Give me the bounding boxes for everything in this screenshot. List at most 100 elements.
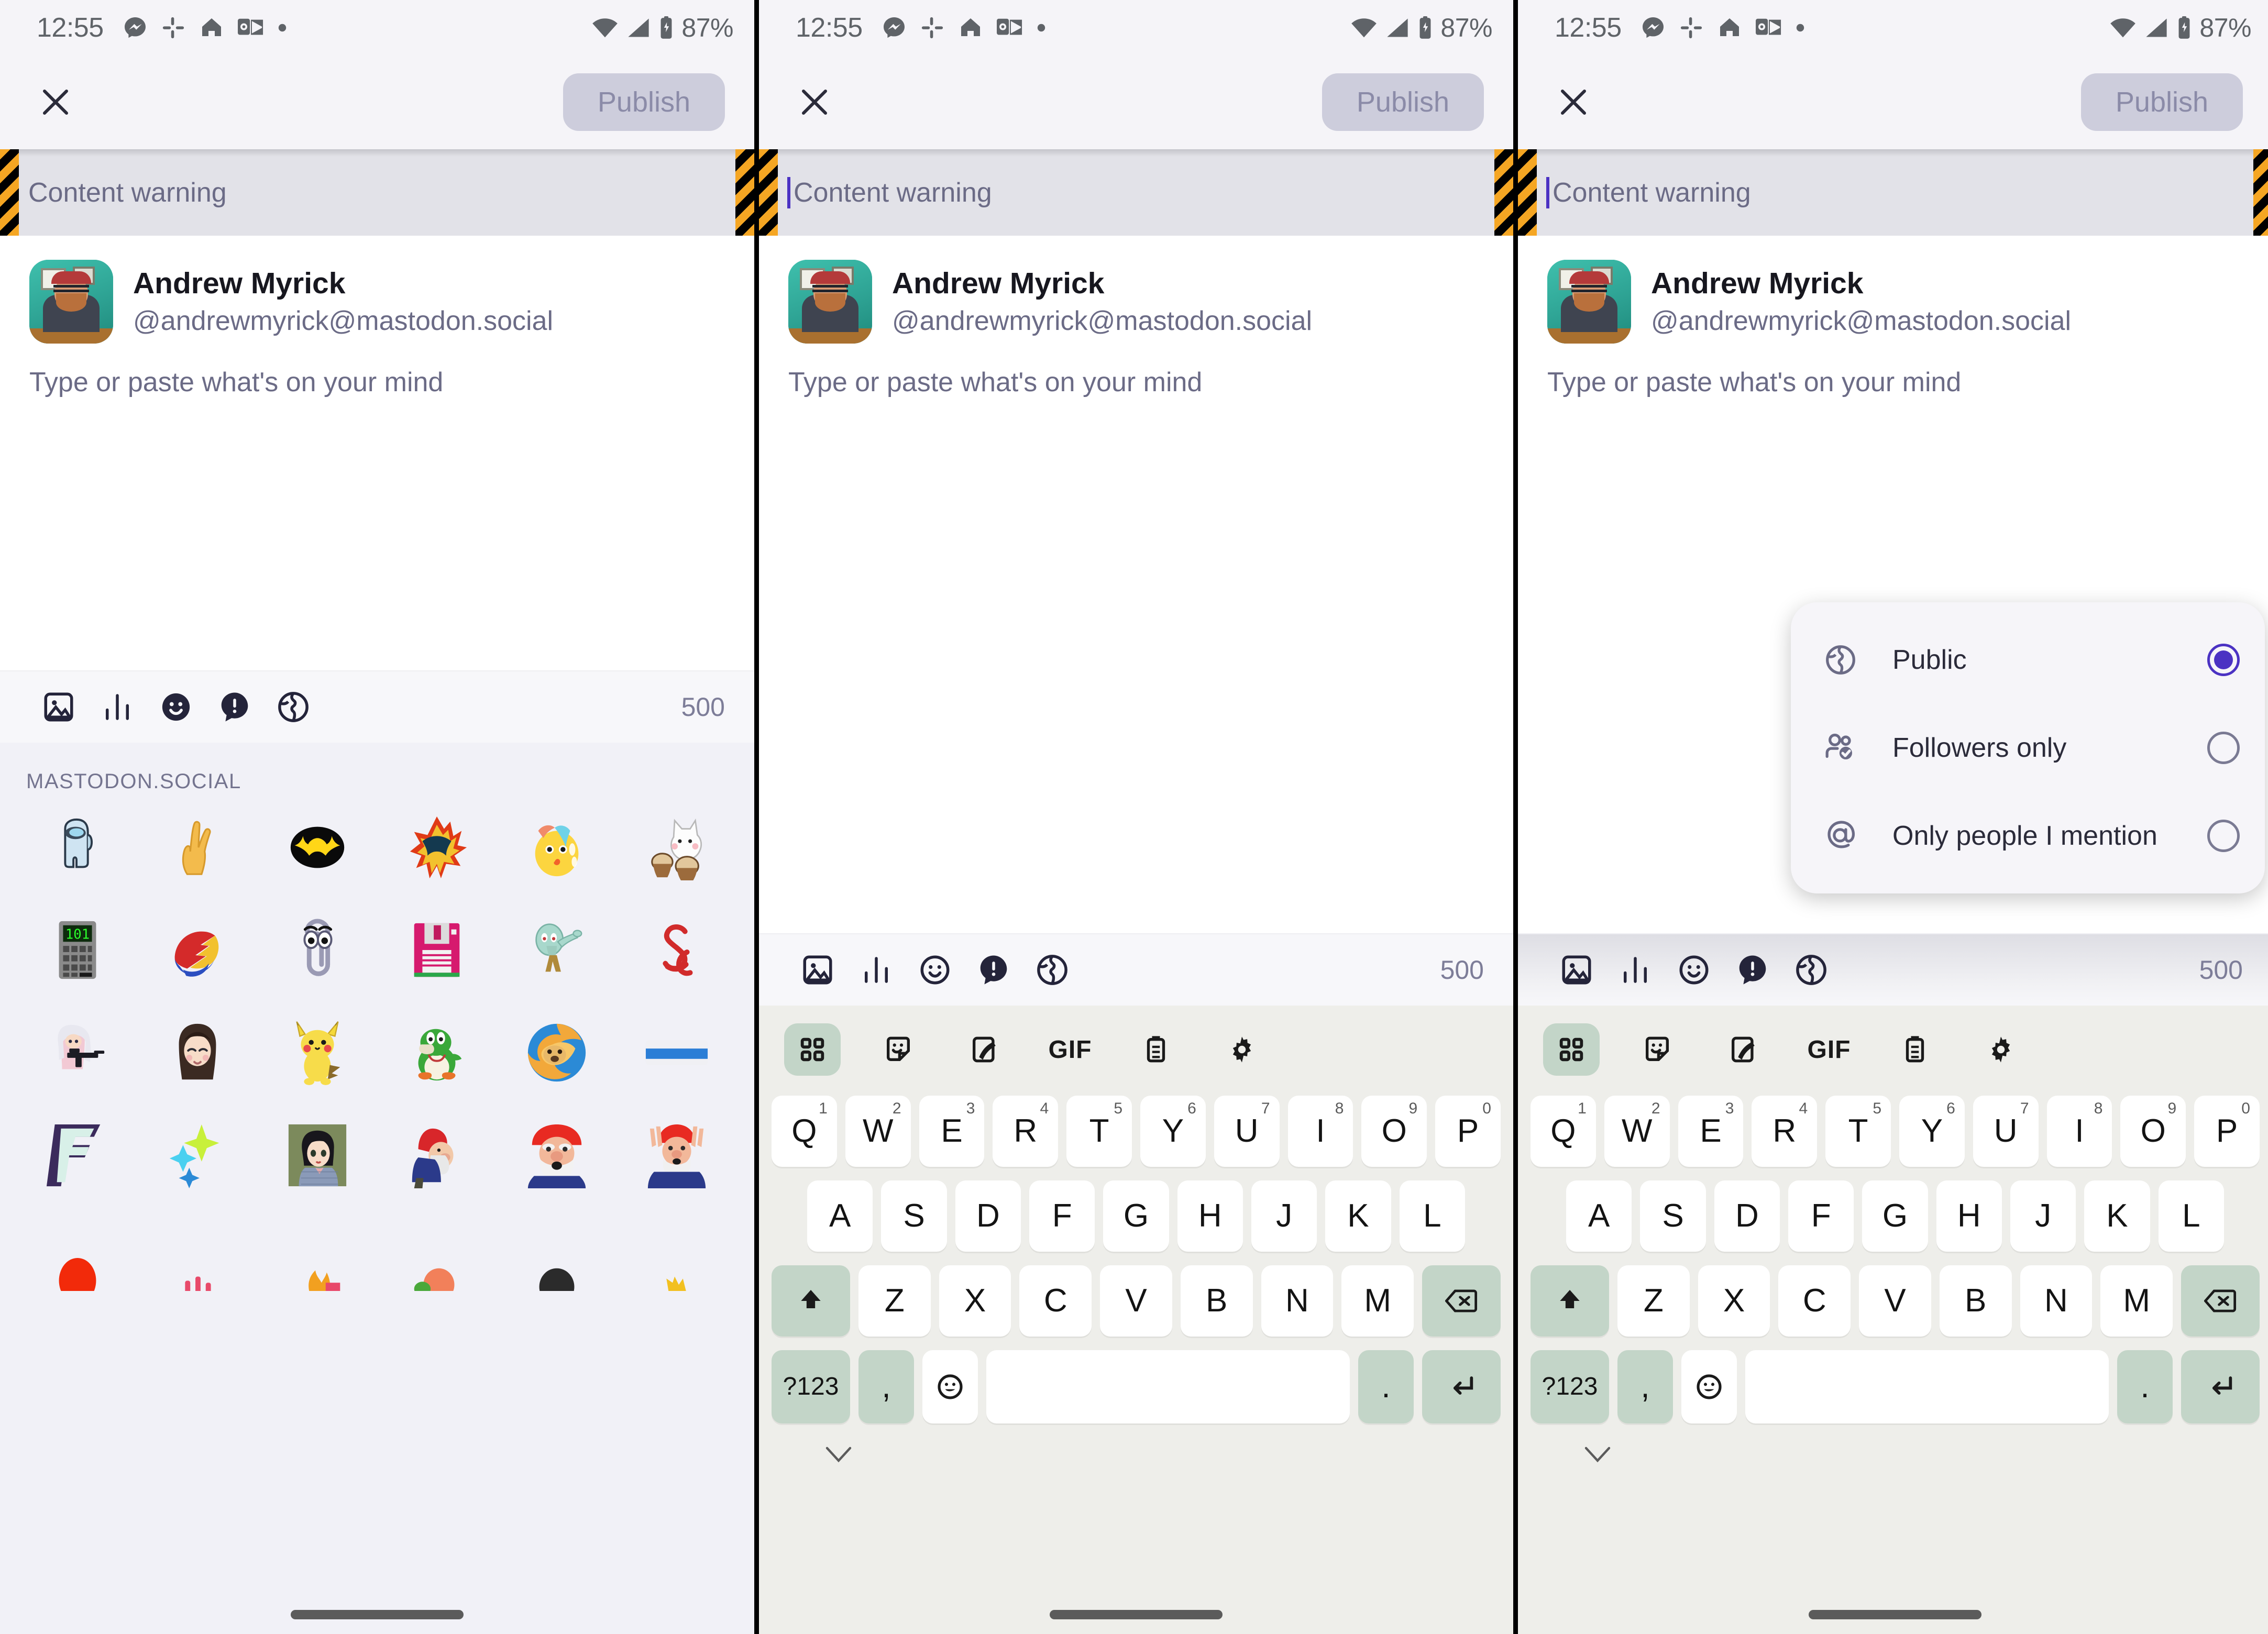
emoji-firefox-doge[interactable] xyxy=(518,1013,596,1092)
gif-button[interactable]: GIF xyxy=(1042,1023,1098,1076)
add-image-button[interactable] xyxy=(29,678,88,736)
period-key[interactable]: . xyxy=(1358,1350,1414,1423)
visibility-option-public[interactable]: Public xyxy=(1791,616,2265,704)
key-W[interactable]: 2W xyxy=(845,1096,911,1167)
key-S[interactable]: S xyxy=(1640,1180,1706,1252)
emoji-button[interactable] xyxy=(147,678,205,736)
status-input-placeholder[interactable]: Type or paste what's on your mind xyxy=(29,367,725,398)
key-L[interactable]: L xyxy=(2158,1180,2224,1252)
emoji-anime-sad-girl[interactable] xyxy=(158,1013,237,1092)
home-gesture-pill[interactable] xyxy=(291,1610,464,1619)
symbols-key[interactable]: ?123 xyxy=(772,1350,850,1423)
key-E[interactable]: 3E xyxy=(919,1096,985,1167)
content-warning-button[interactable] xyxy=(205,678,264,736)
key-P[interactable]: 0P xyxy=(2194,1096,2260,1167)
comma-key[interactable]: , xyxy=(858,1350,914,1423)
emoji-pikachu[interactable] xyxy=(278,1013,357,1092)
publish-button[interactable]: Publish xyxy=(1322,73,1484,131)
gesture-nav-bar[interactable] xyxy=(0,1595,754,1634)
key-R[interactable]: 4R xyxy=(993,1096,1059,1167)
key-G[interactable]: G xyxy=(1103,1180,1169,1252)
key-B[interactable]: B xyxy=(1180,1265,1253,1337)
symbols-key[interactable]: ?123 xyxy=(1531,1350,1609,1423)
space-key[interactable] xyxy=(1745,1350,2109,1423)
key-T[interactable]: 5T xyxy=(1825,1096,1891,1167)
emoji-picker[interactable]: MASTODON.SOCIAL 101 xyxy=(0,743,754,1634)
key-U[interactable]: 7U xyxy=(1973,1096,2039,1167)
key-A[interactable]: A xyxy=(1566,1180,1632,1252)
key-D[interactable]: D xyxy=(955,1180,1021,1252)
radio-mentioned[interactable] xyxy=(2207,820,2240,852)
emoji-sparkles-blue[interactable] xyxy=(158,1116,237,1195)
status-input-placeholder[interactable]: Type or paste what's on your mind xyxy=(1547,367,2243,398)
content-warning-field[interactable]: Content warning xyxy=(759,149,1513,236)
enter-key[interactable] xyxy=(1422,1350,1501,1423)
handwriting-button[interactable] xyxy=(1715,1023,1771,1076)
content-warning-field[interactable]: Content warning xyxy=(0,149,754,236)
key-O[interactable]: 9O xyxy=(2120,1096,2186,1167)
key-G[interactable]: G xyxy=(1862,1180,1928,1252)
key-Y[interactable]: 6Y xyxy=(1140,1096,1206,1167)
key-P[interactable]: 0P xyxy=(1435,1096,1501,1167)
clipboard-button[interactable] xyxy=(1128,1023,1184,1076)
key-A[interactable]: A xyxy=(807,1180,873,1252)
visibility-button[interactable] xyxy=(1023,941,1082,999)
radio-followers[interactable] xyxy=(2207,732,2240,764)
key-S[interactable]: S xyxy=(881,1180,947,1252)
key-O[interactable]: 9O xyxy=(1361,1096,1427,1167)
key-J[interactable]: J xyxy=(1251,1180,1317,1252)
emoji-grid[interactable]: 101 xyxy=(18,808,736,1297)
key-L[interactable]: L xyxy=(1399,1180,1465,1252)
emoji-pink-partial[interactable] xyxy=(158,1219,237,1297)
shift-key[interactable] xyxy=(771,1265,850,1337)
add-poll-button[interactable] xyxy=(847,941,906,999)
emoji-red-partial[interactable] xyxy=(38,1219,117,1297)
emoji-fortnite-f[interactable] xyxy=(38,1116,117,1195)
add-image-button[interactable] xyxy=(1547,941,1606,999)
key-Y[interactable]: 6Y xyxy=(1899,1096,1965,1167)
key-M[interactable]: M xyxy=(1341,1265,1414,1337)
emoji-calculator[interactable]: 101 xyxy=(38,911,117,989)
space-key[interactable] xyxy=(986,1350,1350,1423)
hide-keyboard-button[interactable] xyxy=(1525,1423,2265,1486)
home-gesture-pill[interactable] xyxy=(1809,1610,1981,1619)
key-J[interactable]: J xyxy=(2010,1180,2076,1252)
key-U[interactable]: 7U xyxy=(1214,1096,1280,1167)
key-K[interactable]: K xyxy=(1325,1180,1391,1252)
content-warning-button[interactable] xyxy=(1723,941,1782,999)
emoji-dark-partial[interactable] xyxy=(518,1219,596,1297)
emoji-bongo-cat[interactable] xyxy=(637,808,716,887)
on-screen-keyboard[interactable]: GIF 1Q 2W 3E 4R 5T 6Y 7U 8I 9 O 0 P A S … xyxy=(759,1006,1513,1634)
visibility-button[interactable] xyxy=(1782,941,1841,999)
key-Q[interactable]: 1Q xyxy=(1531,1096,1596,1167)
add-image-button[interactable] xyxy=(788,941,847,999)
visibility-button[interactable] xyxy=(264,678,323,736)
visibility-option-followers[interactable]: Followers only xyxy=(1791,704,2265,792)
key-H[interactable]: H xyxy=(1936,1180,2002,1252)
add-poll-button[interactable] xyxy=(1606,941,1665,999)
compose-area[interactable]: Andrew Myrick @andrewmyrick@mastodon.soc… xyxy=(0,236,754,670)
period-key[interactable]: . xyxy=(2117,1350,2173,1423)
gesture-nav-bar[interactable] xyxy=(759,1595,1513,1634)
key-X[interactable]: X xyxy=(939,1265,1011,1337)
visibility-option-mentioned[interactable]: Only people I mention xyxy=(1791,792,2265,880)
sticker-button[interactable] xyxy=(870,1023,927,1076)
key-F[interactable]: F xyxy=(1029,1180,1095,1252)
key-Z[interactable]: Z xyxy=(858,1265,931,1337)
key-Z[interactable]: Z xyxy=(1617,1265,1690,1337)
emoji-among-us[interactable] xyxy=(38,808,117,887)
backspace-key[interactable] xyxy=(1422,1265,1501,1337)
emoji-fire-partial[interactable] xyxy=(278,1219,357,1297)
key-N[interactable]: N xyxy=(1261,1265,1334,1337)
add-poll-button[interactable] xyxy=(88,678,147,736)
compose-area[interactable]: Andrew Myrick @andrewmyrick@mastodon.soc… xyxy=(759,236,1513,933)
key-N[interactable]: N xyxy=(2020,1265,2093,1337)
emoji-key[interactable] xyxy=(1681,1350,1737,1423)
radio-public[interactable] xyxy=(2207,644,2240,676)
key-D[interactable]: D xyxy=(1714,1180,1780,1252)
content-warning-field[interactable]: Content warning xyxy=(1518,149,2268,236)
emoji-fire-bird[interactable] xyxy=(398,808,476,887)
key-Q[interactable]: 1Q xyxy=(772,1096,837,1167)
emoji-gnome-side[interactable] xyxy=(398,1116,476,1195)
content-warning-button[interactable] xyxy=(964,941,1023,999)
